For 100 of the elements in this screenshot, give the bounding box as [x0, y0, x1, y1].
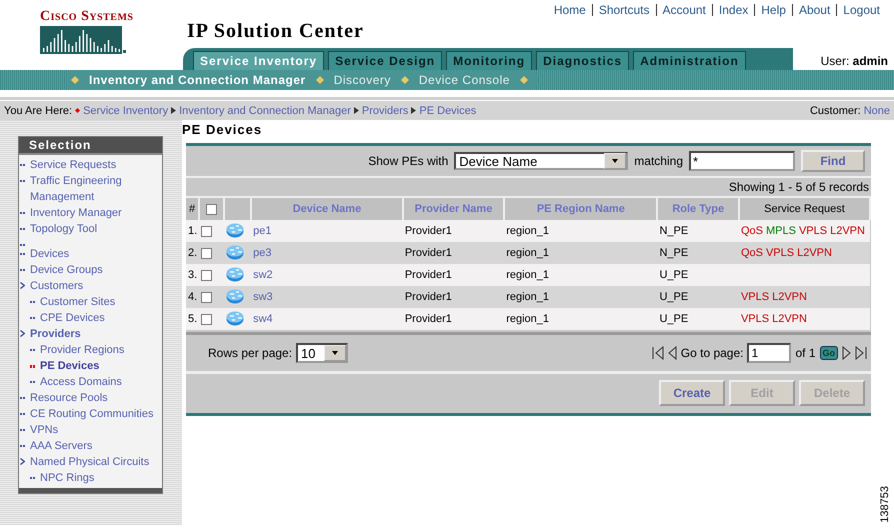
sidebar-link[interactable]: Traffic Engineering Management — [30, 173, 162, 205]
row-checkbox[interactable] — [201, 226, 212, 237]
sidebar-link[interactable]: Customer Sites — [40, 294, 116, 310]
service-tag[interactable]: L2VPN — [830, 225, 865, 237]
page-input[interactable]: 1 — [747, 343, 792, 363]
customer-link[interactable]: None — [864, 104, 890, 116]
service-tag[interactable]: VPLS — [798, 225, 828, 237]
table-cell: region_1 — [506, 313, 550, 325]
device-link[interactable]: sw2 — [253, 269, 273, 281]
router-icon — [226, 266, 244, 282]
row-checkbox[interactable] — [201, 248, 212, 259]
filter-input[interactable]: * — [689, 151, 795, 171]
service-tag[interactable]: L2VPN — [772, 313, 807, 325]
previous-page-icon — [668, 346, 677, 360]
nav-link[interactable]: Account — [656, 4, 712, 16]
row-checkbox[interactable] — [201, 292, 212, 303]
breadcrumb-link[interactable]: PE Devices — [419, 104, 476, 116]
table-cell: Provider1 — [404, 313, 452, 325]
table-cell: region_1 — [506, 269, 550, 281]
table-cell: region_1 — [506, 247, 550, 259]
filter-label: Show PEs with — [368, 154, 448, 168]
subnav-link[interactable]: Discovery — [334, 73, 391, 87]
sidebar-link[interactable]: Topology Tool — [30, 221, 98, 237]
sidebar-link[interactable]: CPE Devices — [40, 310, 105, 326]
nav-link[interactable]: Shortcuts — [592, 4, 656, 16]
diamond-icon — [75, 107, 80, 114]
device-link[interactable]: pe3 — [253, 247, 272, 259]
sidebar-link[interactable]: PE Devices — [40, 358, 100, 374]
service-tag[interactable]: VPLS — [766, 247, 794, 259]
nav-link[interactable]: Index — [712, 4, 754, 16]
router-icon — [226, 288, 244, 304]
device-link[interactable]: sw4 — [253, 313, 273, 325]
tab[interactable]: Diagnostics — [536, 51, 630, 70]
logo-text: Cisco Systems — [40, 10, 134, 24]
subnav-link[interactable]: Device Console — [418, 73, 510, 87]
table-cell: Provider1 — [404, 247, 452, 259]
next-page-icon — [842, 346, 851, 360]
sidebar-link[interactable]: Service Requests — [30, 157, 116, 173]
service-tag[interactable]: QoS — [740, 247, 763, 259]
tab[interactable]: Monitoring — [446, 51, 532, 70]
go-button[interactable]: Go — [820, 346, 838, 360]
logo-icon — [40, 26, 126, 54]
sidebar-link[interactable]: AAA Servers — [30, 438, 92, 454]
sidebar-link[interactable]: Access Domains — [40, 374, 122, 390]
action-button[interactable]: Create — [659, 380, 725, 406]
sidebar-link[interactable]: VPNs — [30, 422, 58, 438]
customer-label: Customer: — [810, 104, 861, 116]
table-cell: N_PE — [659, 225, 688, 237]
sidebar-link[interactable]: Named Physical Circuits — [30, 454, 150, 470]
select-all-checkbox[interactable] — [206, 204, 217, 215]
sidebar-link[interactable]: Providers — [30, 326, 81, 342]
arrow-icon — [411, 107, 416, 114]
rows-dropdown[interactable]: 10 — [296, 343, 348, 363]
sidebar-link[interactable]: Devices — [30, 246, 70, 262]
sidebar-link[interactable]: Resource Pools — [30, 390, 108, 406]
row-number: 1. — [188, 225, 198, 237]
row-number: 3. — [188, 269, 198, 281]
sidebar-link[interactable]: NPC Rings — [40, 470, 94, 486]
nav-link[interactable]: Home — [548, 4, 592, 16]
diamond-icon — [400, 76, 409, 84]
service-tag[interactable]: QoS — [740, 225, 763, 237]
service-tag[interactable]: MPLS — [766, 225, 796, 237]
device-link[interactable]: sw3 — [253, 291, 273, 303]
table-cell: Provider1 — [404, 291, 452, 303]
table-cell: U_PE — [659, 291, 688, 303]
subnav-link[interactable]: Inventory and Connection Manager — [89, 73, 306, 87]
table-cell: N_PE — [659, 247, 688, 259]
device-link[interactable]: pe1 — [253, 225, 272, 237]
app-title: IP Solution Center — [187, 20, 364, 44]
sidebar-link[interactable]: Inventory Manager — [30, 205, 122, 221]
tab[interactable]: Service Inventory — [193, 51, 324, 70]
filter-dropdown[interactable]: Device Name — [454, 152, 628, 170]
matching-label: matching — [634, 154, 683, 168]
breadcrumb-link[interactable]: Providers — [362, 104, 408, 116]
service-tag[interactable]: L2VPN — [797, 247, 832, 259]
arrow-icon — [171, 107, 176, 114]
user-label: User: admin — [820, 54, 889, 70]
tab[interactable]: Administration — [633, 51, 746, 70]
sidebar-link[interactable]: CE Routing Communities — [30, 406, 154, 422]
sidebar-link[interactable]: Provider Regions — [40, 342, 124, 358]
row-checkbox[interactable] — [201, 270, 212, 281]
table-cell: region_1 — [506, 225, 550, 237]
service-tag[interactable]: VPLS — [740, 291, 770, 303]
find-button[interactable]: Find — [801, 150, 865, 172]
diamond-icon — [520, 76, 528, 84]
service-tag[interactable]: VPLS — [740, 313, 770, 325]
nav-link[interactable]: About — [792, 4, 836, 16]
service-tag[interactable]: L2VPN — [772, 291, 807, 303]
breadcrumb-link[interactable]: Service Inventory — [83, 104, 168, 116]
row-number: 2. — [188, 247, 198, 259]
diamond-icon — [71, 76, 79, 84]
row-checkbox[interactable] — [201, 314, 212, 325]
table-cell: U_PE — [659, 313, 688, 325]
nav-link[interactable]: Help — [754, 4, 792, 16]
nav-link[interactable]: Logout — [836, 4, 886, 16]
table-cell: Provider1 — [404, 225, 452, 237]
sidebar-link[interactable]: Device Groups — [30, 262, 103, 278]
sidebar-link[interactable]: Customers — [30, 278, 84, 294]
breadcrumb-link[interactable]: Inventory and Connection Manager — [179, 104, 351, 116]
tab[interactable]: Service Design — [328, 51, 442, 70]
